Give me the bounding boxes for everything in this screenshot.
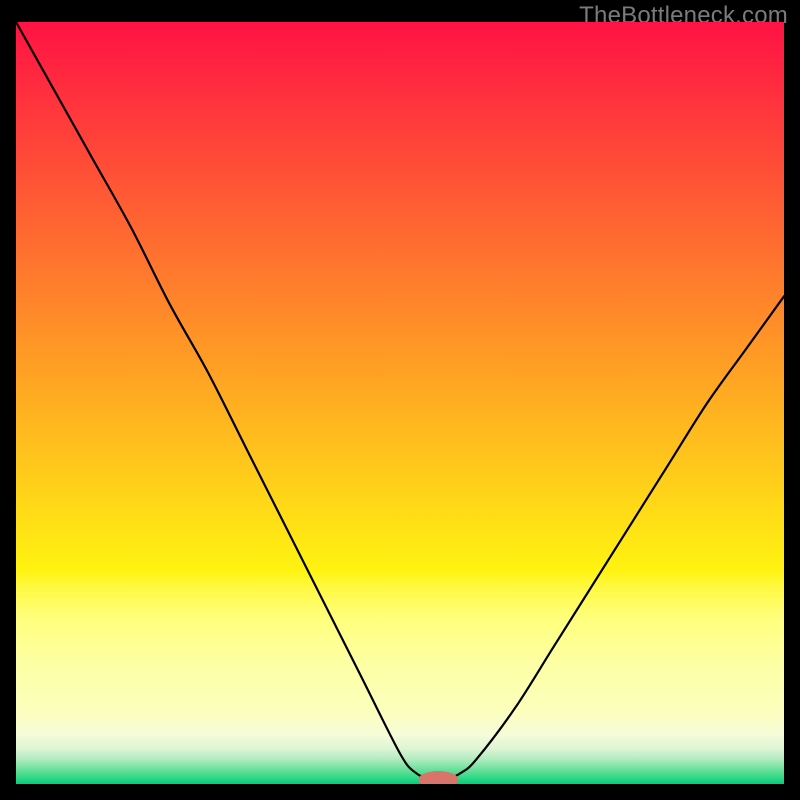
chart-frame: TheBottleneck.com: [0, 0, 800, 800]
bottleneck-chart: [16, 22, 784, 784]
plot-area: [16, 22, 784, 784]
gradient-background: [16, 22, 784, 784]
